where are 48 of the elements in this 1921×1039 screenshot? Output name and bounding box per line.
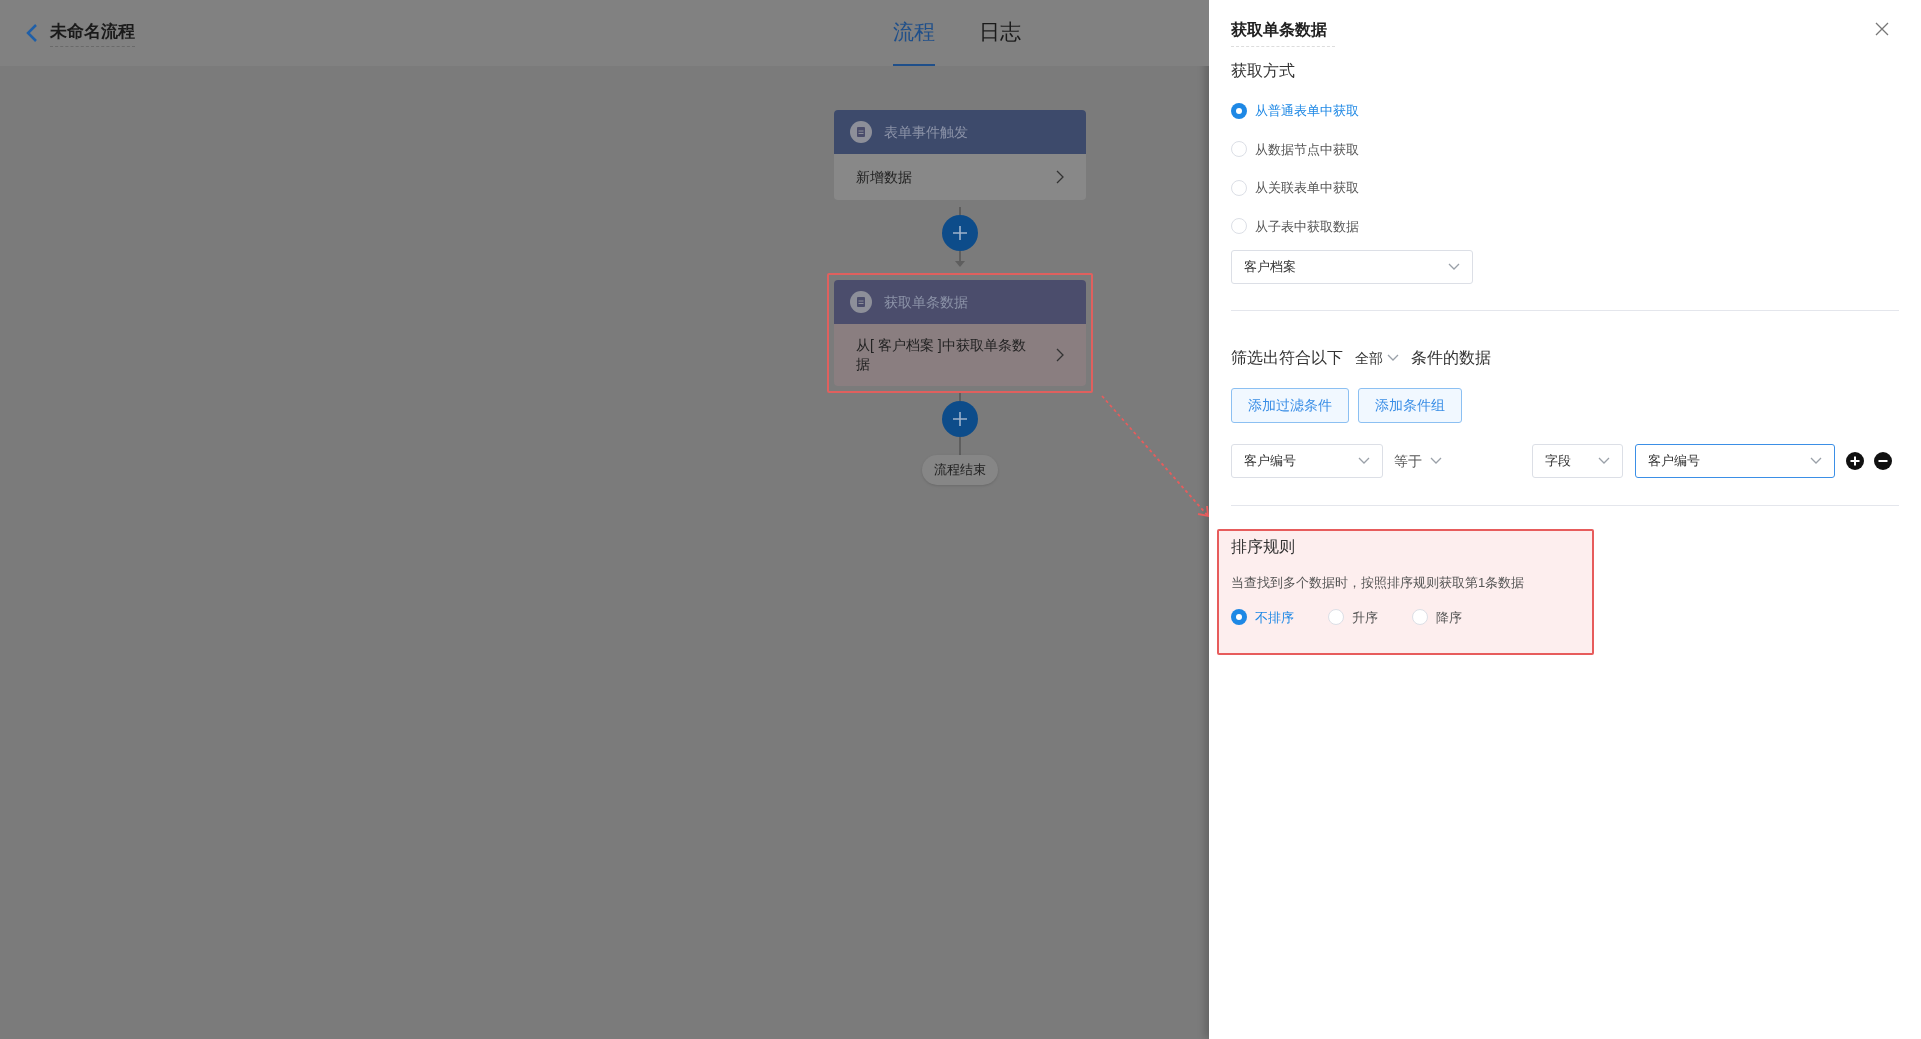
chevron-down-icon (1358, 457, 1370, 465)
flow-node[interactable]: 表单事件触发 新增数据 (834, 110, 1086, 200)
add-node-button[interactable] (942, 401, 978, 437)
node-description: 新增数据 (856, 167, 913, 187)
add-condition-button[interactable] (1846, 452, 1864, 470)
sort-description: 当查找到多个数据时，按照排序规则获取第1条数据 (1231, 574, 1526, 592)
radio-option[interactable]: 从数据节点中获取 (1231, 139, 1899, 159)
add-node-button[interactable] (942, 215, 978, 251)
node-title: 表单事件触发 (884, 122, 968, 142)
flow-node[interactable]: 获取单条数据 从[ 客户档案 ]中获取单条数据 (834, 280, 1086, 386)
operator-dropdown[interactable]: 等于 (1394, 450, 1442, 472)
plus-icon (951, 410, 969, 428)
plus-icon (951, 224, 969, 242)
back-chevron-icon (26, 23, 38, 43)
document-icon (850, 121, 872, 143)
remove-condition-button[interactable] (1874, 452, 1892, 470)
radio-option[interactable]: 从子表中获取数据 (1231, 216, 1899, 236)
end-label: 流程结束 (922, 455, 998, 485)
radio-option[interactable]: 降序 (1412, 607, 1462, 627)
section-label: 获取方式 (1231, 61, 1296, 81)
select-field[interactable]: 字段 (1532, 444, 1623, 478)
node-description: 从[ 客户档案 ]中获取单条数据 (856, 336, 1026, 374)
minus-circle-icon (1874, 452, 1892, 470)
node-title: 获取单条数据 (884, 292, 968, 312)
scope-dropdown[interactable]: 全部 (1355, 347, 1399, 369)
plus-circle-icon (1846, 452, 1864, 470)
close-icon (1875, 22, 1889, 36)
filter-label: 条件的数据 (1411, 348, 1491, 368)
close-button[interactable] (1875, 22, 1889, 36)
sort-title: 排序规则 (1231, 537, 1296, 557)
chevron-down-icon (1448, 263, 1460, 271)
radio-option[interactable]: 从关联表单中获取 (1231, 178, 1899, 198)
tab[interactable]: 日志 (979, 0, 1021, 66)
filter-label: 筛选出符合以下 (1231, 348, 1343, 368)
select-field[interactable]: 客户档案 (1231, 250, 1473, 284)
document-icon (850, 291, 872, 313)
chevron-down-icon (1598, 457, 1610, 465)
chevron-down-icon (1387, 354, 1399, 362)
chevron-down-icon (1810, 457, 1822, 465)
chevron-down-icon (1430, 457, 1442, 465)
panel-title: 获取单条数据 (1231, 18, 1335, 47)
select-field[interactable]: 客户编号 (1231, 444, 1383, 478)
chevron-right-icon (1056, 170, 1064, 184)
back-button[interactable]: 未命名流程 (26, 18, 135, 48)
chevron-right-icon (1056, 348, 1064, 362)
select-field[interactable]: 客户编号 (1635, 444, 1835, 478)
radio-option[interactable]: 升序 (1328, 607, 1378, 627)
radio-option[interactable]: 从普通表单中获取 (1231, 101, 1899, 121)
